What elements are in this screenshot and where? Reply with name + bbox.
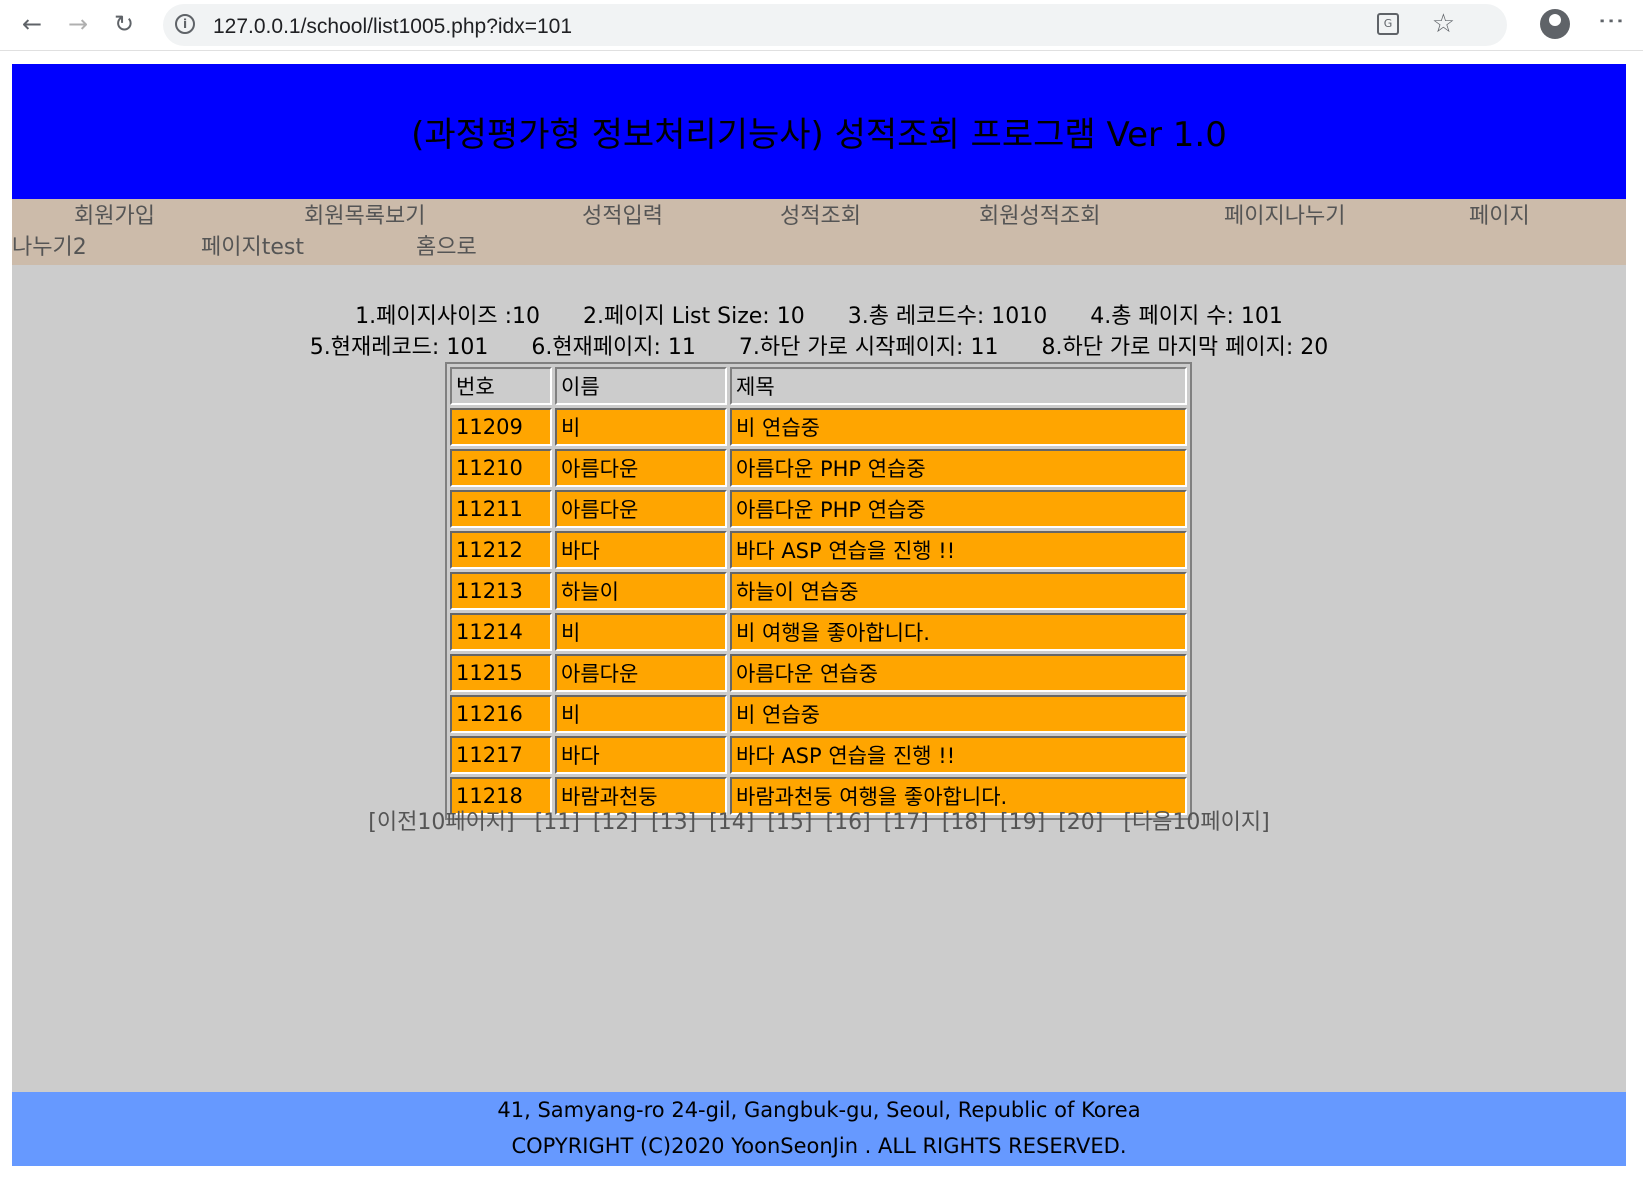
cell-name: 아름다운 <box>555 490 727 528</box>
info-current-page: 6.현재페이지: 11 <box>531 335 696 360</box>
translate-icon[interactable]: G <box>1377 13 1399 35</box>
cell-title: 비 연습중 <box>730 408 1187 446</box>
cell-title: 아름다운 연습중 <box>730 654 1187 692</box>
browser-toolbar: ← → ↻ i 127.0.0.1/school/list1005.php?id… <box>0 0 1643 51</box>
reload-icon[interactable]: ↻ <box>106 6 142 42</box>
info-current-record: 5.현재레코드: 101 <box>309 335 489 360</box>
cell-title: 하늘이 연습중 <box>730 572 1187 610</box>
table-row: 11214 비 비 여행을 좋아합니다. <box>450 613 1187 651</box>
cell-title: 바다 ASP 연습을 진행 !! <box>730 531 1187 569</box>
cell-name: 비 <box>555 613 727 651</box>
cell-number: 11212 <box>450 531 552 569</box>
cell-name: 비 <box>555 695 727 733</box>
table-row: 11213 하늘이 하늘이 연습중 <box>450 572 1187 610</box>
cell-number: 11213 <box>450 572 552 610</box>
pager-next-10-link[interactable]: [다음10페이지] <box>1123 810 1269 835</box>
cell-name: 아름다운 <box>555 449 727 487</box>
nav-item-paging2-part2[interactable]: 나누기2 <box>12 232 87 264</box>
table-header-row: 번호 이름 제목 <box>450 367 1187 405</box>
cell-name: 바다 <box>555 736 727 774</box>
cell-title: 비 여행을 좋아합니다. <box>730 613 1187 651</box>
nav-item-home[interactable]: 홈으로 <box>416 232 477 264</box>
column-header-title: 제목 <box>730 367 1187 405</box>
board-table: 번호 이름 제목 11209 비 비 연습중 11210 아름다운 아름다운 PHP 연… <box>445 362 1192 820</box>
table-row: 11215 아름다운 아름다운 연습중 <box>450 654 1187 692</box>
cell-title: 바다 ASP 연습을 진행 !! <box>730 736 1187 774</box>
cell-name: 하늘이 <box>555 572 727 610</box>
nav-item-paging-test[interactable]: 페이지test <box>201 232 304 264</box>
cell-name: 비 <box>555 408 727 446</box>
nav-item-paging2-part1[interactable]: 페이지 <box>1469 201 1530 233</box>
cell-name: 아름다운 <box>555 654 727 692</box>
table-row: 11211 아름다운 아름다운 PHP 연습중 <box>450 490 1187 528</box>
cell-number: 11215 <box>450 654 552 692</box>
nav-item-join[interactable]: 회원가입 <box>74 201 155 233</box>
nav-item-member-list[interactable]: 회원목록보기 <box>304 201 425 233</box>
pager-page-link[interactable]: [14] <box>709 810 754 835</box>
pager-page-link[interactable]: [13] <box>651 810 696 835</box>
main-nav: 회원가입 회원목록보기 성적입력 성적조회 회원성적조회 페이지나누기 페이지 … <box>12 199 1626 265</box>
footer-copyright: COPYRIGHT (C)2020 YoonSeonJin . ALL RIGH… <box>511 1134 1127 1158</box>
nav-item-member-score[interactable]: 회원성적조회 <box>979 201 1100 233</box>
pager-page-link[interactable]: [18] <box>942 810 987 835</box>
pager-page-link[interactable]: [11] <box>535 810 580 835</box>
info-line-1: 1.페이지사이즈 :10 2.페이지 List Size: 10 3.총 레코드… <box>12 298 1626 330</box>
cell-title: 비 연습중 <box>730 695 1187 733</box>
info-total-pages: 4.총 페이지 수: 101 <box>1090 304 1283 329</box>
info-bottom-end-page: 8.하단 가로 마지막 페이지: 20 <box>1041 335 1329 360</box>
table-row: 11209 비 비 연습중 <box>450 408 1187 446</box>
column-header-number: 번호 <box>450 367 552 405</box>
pager-prev-10-link[interactable]: [이전10페이지] <box>368 810 514 835</box>
info-total-records: 3.총 레코드수: 1010 <box>847 304 1048 329</box>
pager-page-link[interactable]: [20] <box>1058 810 1103 835</box>
back-arrow-icon[interactable]: ← <box>14 6 50 42</box>
table-row: 11216 비 비 연습중 <box>450 695 1187 733</box>
nav-item-score-input[interactable]: 성적입력 <box>582 201 663 233</box>
pager-page-link[interactable]: [17] <box>884 810 929 835</box>
address-bar[interactable]: i 127.0.0.1/school/list1005.php?idx=101 … <box>163 4 1507 46</box>
site-header: (과정평가형 정보처리기능사) 성적조회 프로그램 Ver 1.0 <box>12 64 1626 199</box>
table-row: 11210 아름다운 아름다운 PHP 연습중 <box>450 449 1187 487</box>
site-footer: 41, Samyang-ro 24-gil, Gangbuk-gu, Seoul… <box>12 1092 1626 1166</box>
url-text[interactable]: 127.0.0.1/school/list1005.php?idx=101 <box>213 15 572 39</box>
forward-arrow-icon[interactable]: → <box>60 6 96 42</box>
table-row: 11217 바다 바다 ASP 연습을 진행 !! <box>450 736 1187 774</box>
page-body: (과정평가형 정보처리기능사) 성적조회 프로그램 Ver 1.0 회원가입 회… <box>12 64 1626 1166</box>
cell-number: 11209 <box>450 408 552 446</box>
nav-item-paging[interactable]: 페이지나누기 <box>1224 201 1345 233</box>
cell-title: 아름다운 PHP 연습중 <box>730 449 1187 487</box>
pagination: [이전10페이지] [11] [12] [13] [14] [15] [16] … <box>12 804 1626 836</box>
footer-address: 41, Samyang-ro 24-gil, Gangbuk-gu, Seoul… <box>497 1098 1141 1122</box>
cell-name: 바다 <box>555 531 727 569</box>
pager-page-link[interactable]: [15] <box>767 810 812 835</box>
column-header-name: 이름 <box>555 367 727 405</box>
cell-title: 아름다운 PHP 연습중 <box>730 490 1187 528</box>
cell-number: 11211 <box>450 490 552 528</box>
cell-number: 11210 <box>450 449 552 487</box>
site-info-icon[interactable]: i <box>175 14 195 34</box>
cell-number: 11214 <box>450 613 552 651</box>
info-list-size: 2.페이지 List Size: 10 <box>582 304 805 329</box>
table-row: 11212 바다 바다 ASP 연습을 진행 !! <box>450 531 1187 569</box>
pager-page-link[interactable]: [19] <box>1000 810 1045 835</box>
page-title: (과정평가형 정보처리기능사) 성적조회 프로그램 Ver 1.0 <box>411 115 1227 155</box>
cell-number: 11217 <box>450 736 552 774</box>
info-bottom-start-page: 7.하단 가로 시작페이지: 11 <box>738 335 999 360</box>
browser-menu-icon[interactable]: ⋮ <box>1596 8 1626 28</box>
nav-item-score-view[interactable]: 성적조회 <box>780 201 861 233</box>
pager-page-link[interactable]: [16] <box>826 810 871 835</box>
info-page-size: 1.페이지사이즈 :10 <box>355 304 540 329</box>
account-avatar-icon[interactable] <box>1540 9 1570 39</box>
info-line-2: 5.현재레코드: 101 6.현재페이지: 11 7.하단 가로 시작페이지: … <box>12 329 1626 361</box>
pager-page-link[interactable]: [12] <box>593 810 638 835</box>
bookmark-star-icon[interactable]: ☆ <box>1432 9 1455 39</box>
cell-number: 11216 <box>450 695 552 733</box>
